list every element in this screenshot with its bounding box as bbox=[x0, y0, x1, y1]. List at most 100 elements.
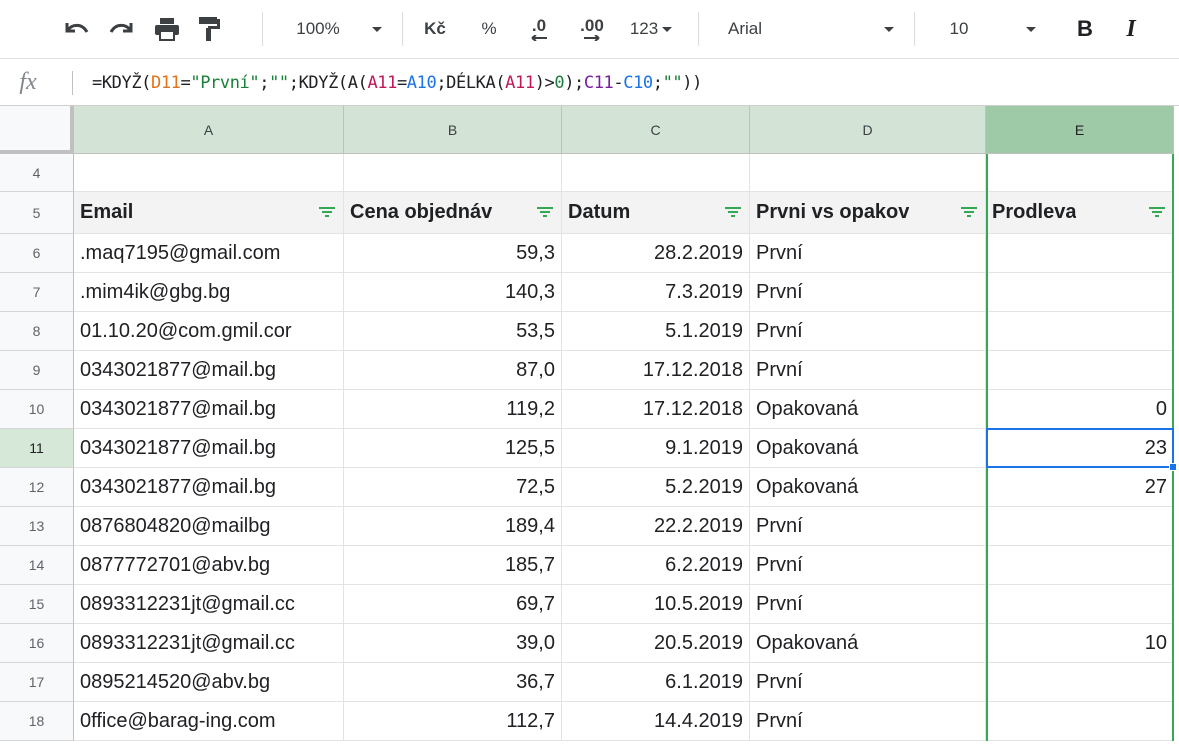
filter-icon[interactable] bbox=[961, 206, 977, 219]
table-header-cell[interactable]: Email bbox=[74, 192, 344, 234]
table-header-cell[interactable]: Datum bbox=[562, 192, 750, 234]
table-cell[interactable]: 5.1.2019 bbox=[562, 312, 750, 351]
row-number[interactable]: 12 bbox=[0, 468, 74, 507]
table-cell[interactable]: 0895214520@abv.bg bbox=[74, 663, 344, 702]
table-cell[interactable]: 59,3 bbox=[344, 234, 562, 273]
filter-icon[interactable] bbox=[319, 206, 335, 219]
table-cell[interactable]: 69,7 bbox=[344, 585, 562, 624]
row-number[interactable]: 17 bbox=[0, 663, 74, 702]
row-number[interactable]: 13 bbox=[0, 507, 74, 546]
table-cell[interactable]: 87,0 bbox=[344, 351, 562, 390]
table-cell[interactable]: 20.5.2019 bbox=[562, 624, 750, 663]
table-cell[interactable]: První bbox=[750, 234, 986, 273]
table-cell[interactable]: Opakovaná bbox=[750, 624, 986, 663]
fill-handle[interactable] bbox=[1169, 463, 1177, 471]
italic-button[interactable]: I bbox=[1116, 0, 1146, 58]
table-cell[interactable]: 185,7 bbox=[344, 546, 562, 585]
table-cell[interactable]: První bbox=[750, 351, 986, 390]
table-cell[interactable]: 0343021877@mail.bg bbox=[74, 351, 344, 390]
table-cell[interactable]: 9.1.2019 bbox=[562, 429, 750, 468]
table-cell[interactable]: 7.3.2019 bbox=[562, 273, 750, 312]
filter-icon[interactable] bbox=[725, 206, 741, 219]
row-number[interactable]: 15 bbox=[0, 585, 74, 624]
table-cell[interactable]: 0876804820@mailbg bbox=[74, 507, 344, 546]
table-cell[interactable]: 5.2.2019 bbox=[562, 468, 750, 507]
table-cell[interactable]: 17.12.2018 bbox=[562, 351, 750, 390]
table-cell[interactable]: 28.2.2019 bbox=[562, 234, 750, 273]
bold-button[interactable]: B bbox=[1070, 0, 1100, 58]
table-cell[interactable]: 112,7 bbox=[344, 702, 562, 741]
column-header-a[interactable]: A bbox=[74, 106, 344, 154]
row-number[interactable]: 18 bbox=[0, 702, 74, 741]
table-cell[interactable]: 0893312231jt@gmail.cc bbox=[74, 585, 344, 624]
table-cell[interactable]: První bbox=[750, 312, 986, 351]
row-number[interactable]: 11 bbox=[0, 429, 74, 468]
font-size-select[interactable]: 10 bbox=[942, 0, 976, 58]
table-cell[interactable] bbox=[562, 154, 750, 192]
table-cell[interactable]: Opakovaná bbox=[750, 429, 986, 468]
row-number[interactable]: 10 bbox=[0, 390, 74, 429]
table-cell[interactable]: 36,7 bbox=[344, 663, 562, 702]
table-cell[interactable]: První bbox=[750, 273, 986, 312]
column-header-b[interactable]: B bbox=[344, 106, 562, 154]
table-cell[interactable]: 140,3 bbox=[344, 273, 562, 312]
filter-icon[interactable] bbox=[537, 206, 553, 219]
table-cell[interactable]: První bbox=[750, 507, 986, 546]
table-cell[interactable]: První bbox=[750, 546, 986, 585]
table-cell[interactable]: 0343021877@mail.bg bbox=[74, 468, 344, 507]
undo-icon[interactable] bbox=[60, 0, 94, 58]
table-cell[interactable]: 0893312231jt@gmail.cc bbox=[74, 624, 344, 663]
table-cell[interactable]: .mim4ik@gbg.bg bbox=[74, 273, 344, 312]
column-header-d[interactable]: D bbox=[750, 106, 986, 154]
table-cell[interactable]: 0ffice@barag-ing.com bbox=[74, 702, 344, 741]
table-cell[interactable]: Opakovaná bbox=[750, 390, 986, 429]
table-cell[interactable]: První bbox=[750, 585, 986, 624]
table-cell[interactable] bbox=[344, 154, 562, 192]
table-cell[interactable]: 0343021877@mail.bg bbox=[74, 429, 344, 468]
table-cell[interactable]: 72,5 bbox=[344, 468, 562, 507]
row-number[interactable]: 16 bbox=[0, 624, 74, 663]
row-number[interactable]: 9 bbox=[0, 351, 74, 390]
font-family-select[interactable]: Arial bbox=[728, 0, 888, 58]
table-cell[interactable]: 39,0 bbox=[344, 624, 562, 663]
row-number[interactable]: 5 bbox=[0, 192, 74, 234]
table-cell[interactable]: 125,5 bbox=[344, 429, 562, 468]
table-cell[interactable] bbox=[74, 154, 344, 192]
redo-icon[interactable] bbox=[104, 0, 138, 58]
currency-format-button[interactable]: Kč bbox=[418, 0, 452, 58]
table-cell[interactable]: 0877772701@abv.bg bbox=[74, 546, 344, 585]
table-cell[interactable] bbox=[750, 154, 986, 192]
table-header-cell[interactable]: Prvni vs opakov bbox=[750, 192, 986, 234]
table-cell[interactable]: 01.10.20@com.gmil.cor bbox=[74, 312, 344, 351]
percent-format-button[interactable]: % bbox=[476, 0, 502, 58]
table-header-cell[interactable]: Cena objednáv bbox=[344, 192, 562, 234]
table-cell[interactable]: První bbox=[750, 663, 986, 702]
table-cell[interactable]: 119,2 bbox=[344, 390, 562, 429]
zoom-dropdown-icon[interactable] bbox=[366, 0, 388, 58]
table-cell[interactable]: 14.4.2019 bbox=[562, 702, 750, 741]
table-cell[interactable]: Opakovaná bbox=[750, 468, 986, 507]
zoom-select[interactable]: 100% bbox=[286, 0, 350, 58]
increase-decimals-button[interactable]: .00 bbox=[572, 0, 612, 58]
number-format-select[interactable]: 123 bbox=[622, 0, 680, 58]
table-cell[interactable]: 53,5 bbox=[344, 312, 562, 351]
paint-format-icon[interactable] bbox=[192, 0, 226, 58]
column-header-e[interactable]: E bbox=[986, 106, 1174, 154]
decrease-decimals-button[interactable]: .0 bbox=[524, 0, 554, 58]
table-cell[interactable]: 17.12.2018 bbox=[562, 390, 750, 429]
print-icon[interactable] bbox=[150, 0, 184, 58]
font-size-dropdown-icon[interactable] bbox=[1020, 0, 1042, 58]
table-cell[interactable]: 6.2.2019 bbox=[562, 546, 750, 585]
formula-input[interactable]: =KDYŽ(D11 = "První"; "" ;KDYŽ(A(A11 = A10 ;DÉLK… bbox=[92, 69, 702, 97]
row-number[interactable]: 14 bbox=[0, 546, 74, 585]
row-number[interactable]: 6 bbox=[0, 234, 74, 273]
font-dropdown-icon[interactable] bbox=[878, 0, 900, 58]
row-number[interactable]: 4 bbox=[0, 154, 74, 192]
row-number[interactable]: 8 bbox=[0, 312, 74, 351]
select-all-corner[interactable] bbox=[0, 106, 74, 154]
table-cell[interactable]: 10.5.2019 bbox=[562, 585, 750, 624]
row-number[interactable]: 7 bbox=[0, 273, 74, 312]
table-cell[interactable]: .maq7195@gmail.com bbox=[74, 234, 344, 273]
table-cell[interactable]: První bbox=[750, 702, 986, 741]
table-cell[interactable]: 22.2.2019 bbox=[562, 507, 750, 546]
